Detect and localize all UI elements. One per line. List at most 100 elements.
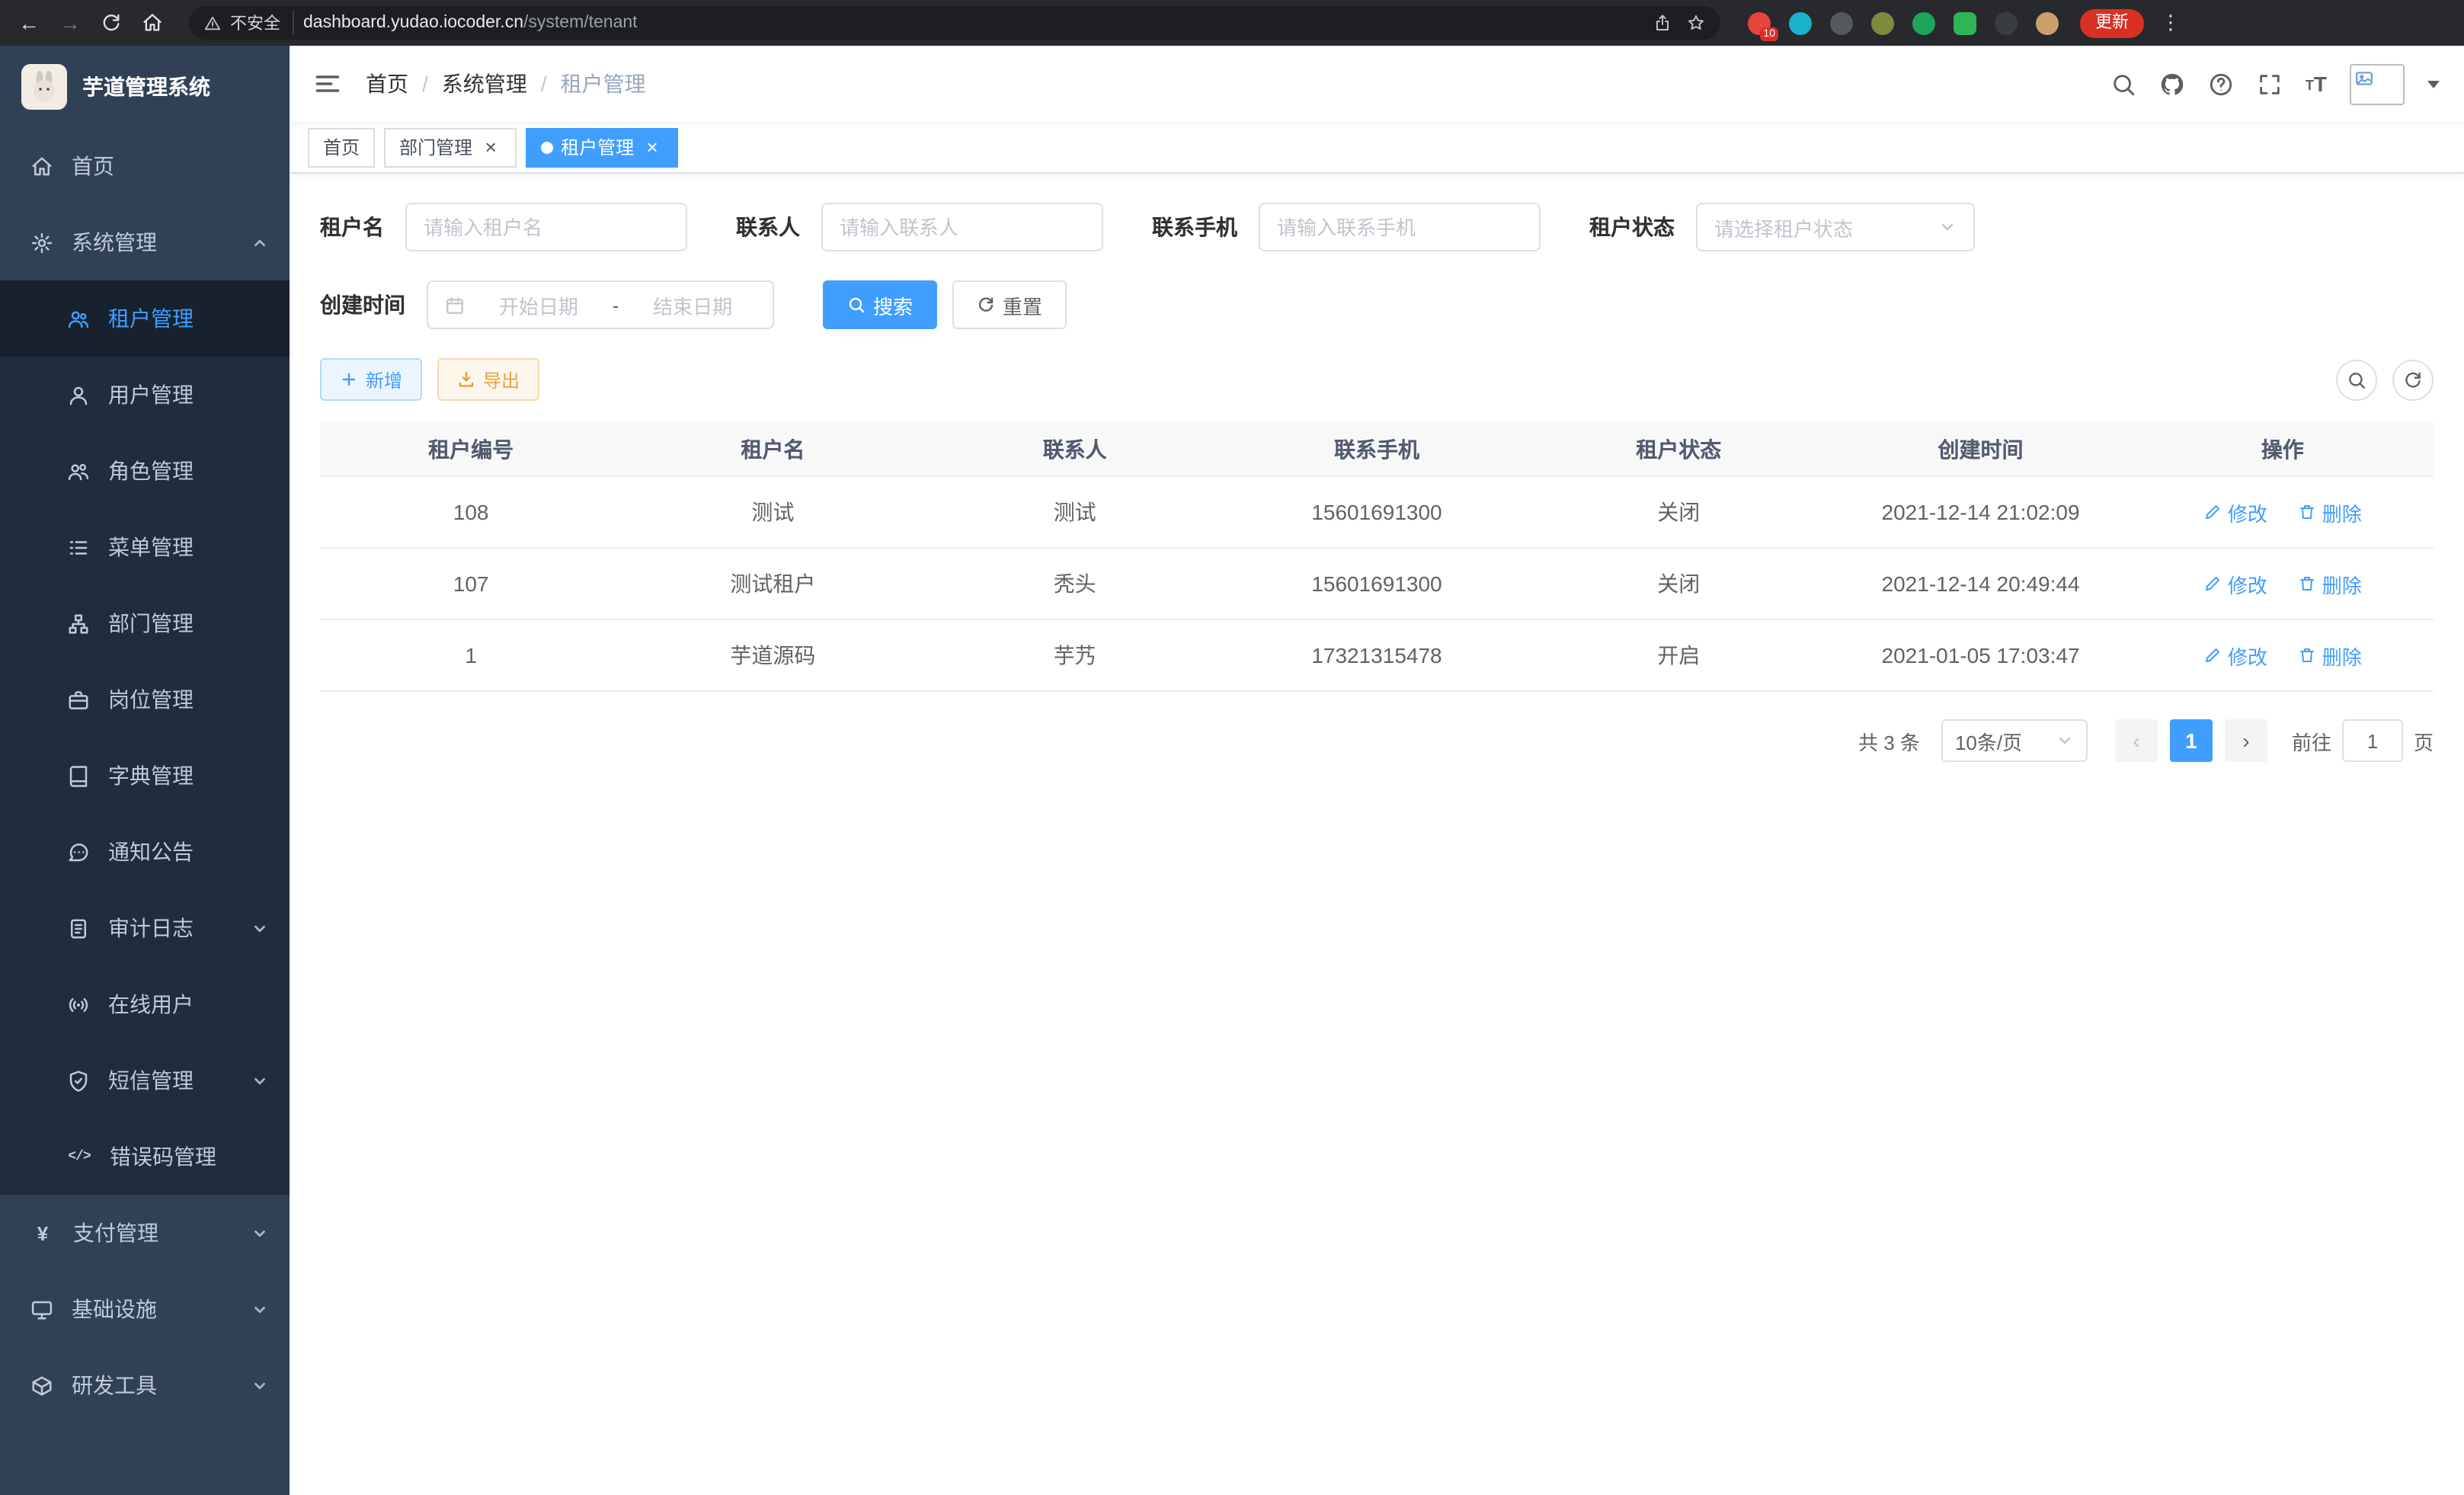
address-bar[interactable]: 不安全 dashboard.yudao.iocoder.cn/system/te… xyxy=(189,6,1720,40)
date-end-placeholder[interactable]: 结束日期 xyxy=(629,290,756,319)
sidebar-fold-icon[interactable] xyxy=(314,70,341,98)
export-button[interactable]: 导出 xyxy=(437,358,539,401)
sidebar-item-payment[interactable]: ¥ 支付管理 xyxy=(0,1195,290,1271)
sidebar-item-post[interactable]: 岗位管理 xyxy=(0,661,290,738)
sidebar-item-system[interactable]: 系统管理 xyxy=(0,204,290,280)
share-icon[interactable] xyxy=(1653,14,1672,32)
filter-label: 租户状态 xyxy=(1589,212,1675,242)
next-page-button[interactable]: › xyxy=(2225,719,2267,762)
tab-dept[interactable]: 部门管理 × xyxy=(384,127,517,167)
extension-icon-1[interactable]: 10 xyxy=(1746,10,1772,36)
sidebar-item-notice[interactable]: 通知公告 xyxy=(0,814,290,890)
extension-icon-7[interactable] xyxy=(1993,10,2019,36)
delete-link[interactable]: 删除 xyxy=(2298,641,2362,670)
user-avatar[interactable] xyxy=(2350,63,2405,104)
table-toolbar: 新增 导出 xyxy=(320,358,2434,401)
edit-link[interactable]: 修改 xyxy=(2203,569,2267,598)
browser-menu-icon[interactable]: ⋮ xyxy=(2158,11,2184,35)
cell-actions: 修改 删除 xyxy=(2132,641,2434,670)
chevron-down-icon xyxy=(1938,218,1957,236)
help-button[interactable] xyxy=(2208,71,2234,97)
browser-update-button[interactable]: 更新 xyxy=(2080,8,2144,37)
edit-label: 修改 xyxy=(2228,641,2267,670)
search-button[interactable]: 搜索 xyxy=(823,280,937,329)
page-size-select[interactable]: 10条/页 xyxy=(1941,719,2088,762)
sidebar-item-user[interactable]: 用户管理 xyxy=(0,357,290,433)
trash-icon xyxy=(2298,503,2316,521)
search-button-label: 搜索 xyxy=(873,290,913,319)
app-logo[interactable]: 芋道管理系统 xyxy=(0,46,290,128)
sidebar-item-infra[interactable]: 基础设施 xyxy=(0,1271,290,1347)
plus-icon xyxy=(340,370,358,389)
breadcrumb-system[interactable]: 系统管理 xyxy=(442,69,527,99)
delete-link[interactable]: 删除 xyxy=(2298,498,2362,527)
date-start-placeholder[interactable]: 开始日期 xyxy=(475,290,602,319)
close-icon[interactable]: × xyxy=(642,136,663,158)
sidebar-item-label: 部门管理 xyxy=(108,608,194,639)
trash-icon xyxy=(2298,646,2316,664)
fullscreen-button[interactable] xyxy=(2257,71,2283,97)
sidebar-item-sms[interactable]: 短信管理 xyxy=(0,1042,290,1119)
edit-icon xyxy=(2203,503,2222,521)
tab-home[interactable]: 首页 xyxy=(308,127,375,167)
prev-page-button[interactable]: ‹ xyxy=(2115,719,2158,762)
extension-icon-5[interactable] xyxy=(1911,10,1937,36)
avatar-dropdown-caret[interactable] xyxy=(2427,80,2440,88)
close-icon[interactable]: × xyxy=(480,136,501,158)
cell-tenant-id: 107 xyxy=(320,571,622,596)
delete-link[interactable]: 删除 xyxy=(2298,569,2362,598)
toggle-search-button[interactable] xyxy=(2336,359,2377,400)
browser-home-button[interactable] xyxy=(139,9,166,37)
date-range-picker[interactable]: 开始日期 - 结束日期 xyxy=(427,280,774,329)
search-icon xyxy=(2347,370,2366,389)
github-link[interactable] xyxy=(2159,71,2185,97)
security-label[interactable]: 不安全 xyxy=(230,11,294,35)
extension-icon-6[interactable] xyxy=(1952,10,1978,36)
browser-profile-avatar[interactable] xyxy=(2034,10,2060,36)
sidebar-item-menu[interactable]: 菜单管理 xyxy=(0,509,290,585)
page-number-button[interactable]: 1 xyxy=(2170,719,2213,762)
status-select[interactable]: 请选择租户状态 xyxy=(1696,203,1975,251)
reset-button[interactable]: 重置 xyxy=(952,280,1067,329)
contact-input[interactable] xyxy=(840,216,1085,238)
sidebar-item-devtools[interactable]: 研发工具 xyxy=(0,1347,290,1423)
extension-icon-4[interactable] xyxy=(1870,10,1896,36)
sidebar-item-tenant[interactable]: 租户管理 xyxy=(0,280,290,357)
security-warning-icon[interactable] xyxy=(204,14,221,31)
mobile-input[interactable] xyxy=(1277,216,1522,238)
bookmark-star-icon[interactable] xyxy=(1687,14,1705,32)
tenant-name-input[interactable] xyxy=(424,216,669,238)
tab-tenant-active[interactable]: 租户管理 × xyxy=(526,127,678,167)
sidebar-item-audit-log[interactable]: 审计日志 xyxy=(0,890,290,966)
sidebar-item-dict[interactable]: 字典管理 xyxy=(0,738,290,814)
sidebar-item-home[interactable]: 首页 xyxy=(0,128,290,204)
edit-link[interactable]: 修改 xyxy=(2203,498,2267,527)
extensions-area: 10 xyxy=(1746,10,2060,36)
table-row: 1 芋道源码 芋艿 17321315478 开启 2021-01-05 17:0… xyxy=(320,620,2434,692)
font-size-button[interactable]: TT xyxy=(2306,73,2327,94)
extension-icon-3[interactable] xyxy=(1829,10,1854,36)
header-search-button[interactable] xyxy=(2110,71,2136,97)
url-text: dashboard.yudao.iocoder.cn/system/tenant xyxy=(303,14,1644,32)
edit-link[interactable]: 修改 xyxy=(2203,641,2267,670)
cell-mobile: 15601691300 xyxy=(1226,571,1528,596)
sidebar-item-online-user[interactable]: 在线用户 xyxy=(0,966,290,1042)
fullscreen-icon xyxy=(2257,71,2283,97)
breadcrumb-home[interactable]: 首页 xyxy=(366,69,408,99)
browser-back-button[interactable]: ← xyxy=(15,9,43,37)
sidebar-item-dept[interactable]: 部门管理 xyxy=(0,585,290,661)
chevron-down-icon xyxy=(2056,731,2074,750)
sidebar-item-role[interactable]: 角色管理 xyxy=(0,433,290,509)
browser-forward-button[interactable]: → xyxy=(56,9,84,37)
chevron-down-icon xyxy=(251,1072,268,1089)
table-header-row: 租户编号 租户名 联系人 联系手机 租户状态 创建时间 操作 xyxy=(320,422,2434,477)
browser-reload-button[interactable] xyxy=(98,9,125,37)
sidebar-item-error-code[interactable]: </> 错误码管理 xyxy=(0,1119,290,1195)
add-button[interactable]: 新增 xyxy=(320,358,422,401)
sidebar-item-label: 租户管理 xyxy=(108,303,194,334)
font-size-small-glyph: T xyxy=(2306,78,2314,94)
code-icon: </> xyxy=(67,1149,91,1164)
refresh-table-button[interactable] xyxy=(2392,359,2434,400)
goto-page-input[interactable] xyxy=(2342,719,2403,762)
extension-icon-2[interactable] xyxy=(1787,10,1813,36)
